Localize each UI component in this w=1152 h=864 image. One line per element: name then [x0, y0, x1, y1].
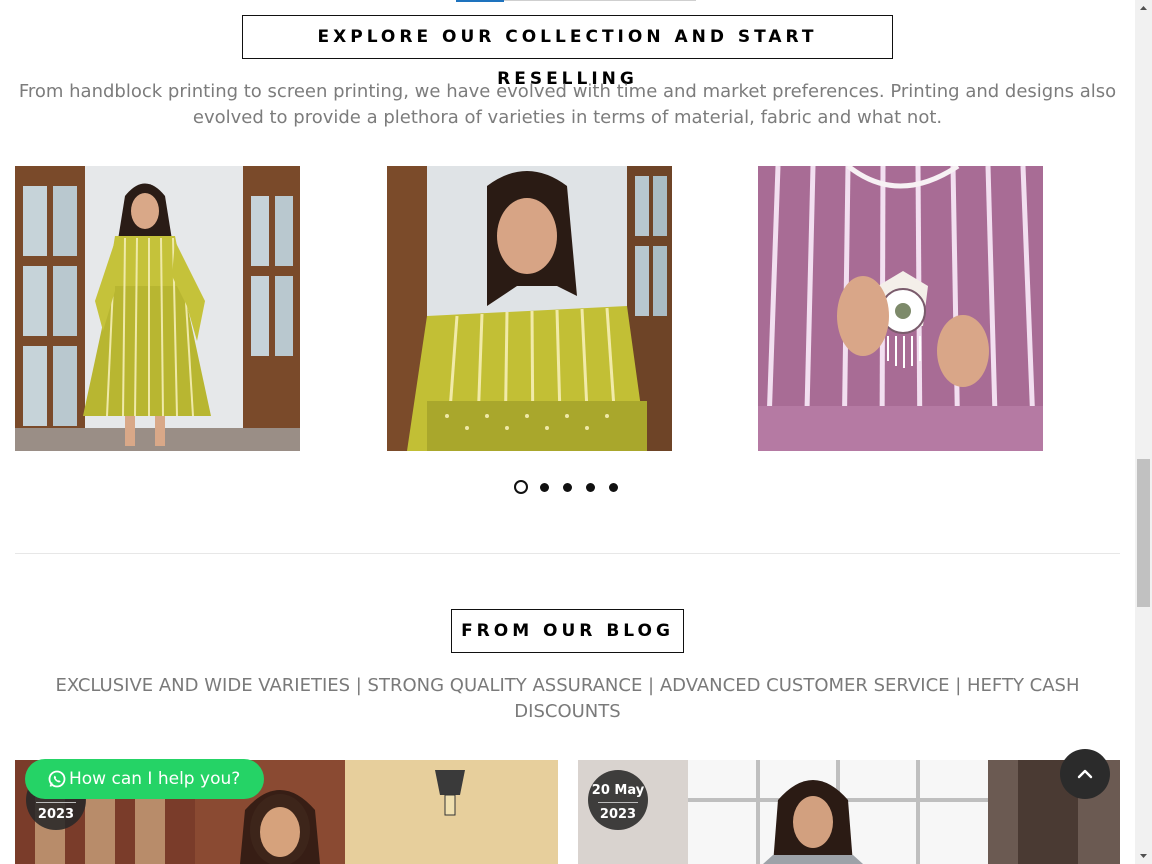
date-divider: [598, 802, 638, 803]
blog-subtitle: EXCLUSIVE AND WIDE VARIETIES | STRONG QU…: [55, 675, 1080, 722]
chevron-up-icon: [1077, 769, 1093, 779]
collection-slide-2[interactable]: [387, 166, 672, 451]
carousel-dot-1[interactable]: [514, 480, 528, 494]
scrollbar-thumb[interactable]: [1137, 459, 1150, 607]
date-divider: [36, 802, 76, 803]
collection-slide-1[interactable]: [15, 166, 300, 451]
collection-heading: EXPLORE OUR COLLECTION AND START RESELLI…: [242, 15, 893, 89]
date-year: 2023: [37, 807, 75, 822]
carousel-dot-2[interactable]: [540, 483, 549, 492]
slide-3-image: [758, 166, 1043, 451]
carousel-dot-3[interactable]: [563, 483, 572, 492]
tab-indicator-track: [504, 0, 696, 1]
page-scrollbar[interactable]: [1135, 0, 1152, 864]
section-divider: [15, 553, 1120, 554]
back-to-top-button[interactable]: [1060, 749, 1110, 799]
scroll-down-arrow-icon[interactable]: [1135, 847, 1152, 864]
slide-1-image: [15, 166, 300, 451]
date-day-month: 20 May: [591, 783, 645, 798]
collection-slide-3[interactable]: [758, 166, 1043, 451]
collection-description: From handblock printing to screen printi…: [18, 81, 1117, 128]
page-content: EXPLORE OUR COLLECTION AND START RESELLI…: [0, 0, 1135, 864]
whatsapp-chat-label: How can I help you?: [69, 769, 241, 789]
blog-post-2-date-badge: 20 May 2023: [588, 770, 648, 830]
whatsapp-icon: [48, 770, 66, 788]
carousel-dot-5[interactable]: [609, 483, 618, 492]
tab-indicator-active: [456, 0, 504, 2]
blog-heading: FROM OUR BLOG: [451, 609, 684, 653]
blog-post-card-2[interactable]: [578, 760, 1120, 864]
date-year: 2023: [599, 807, 637, 822]
blog-post-2-image: [578, 760, 1120, 864]
slide-2-image: [387, 166, 672, 451]
whatsapp-chat-button[interactable]: How can I help you?: [25, 759, 264, 799]
scroll-up-arrow-icon[interactable]: [1135, 0, 1152, 17]
carousel-dot-4[interactable]: [586, 483, 595, 492]
